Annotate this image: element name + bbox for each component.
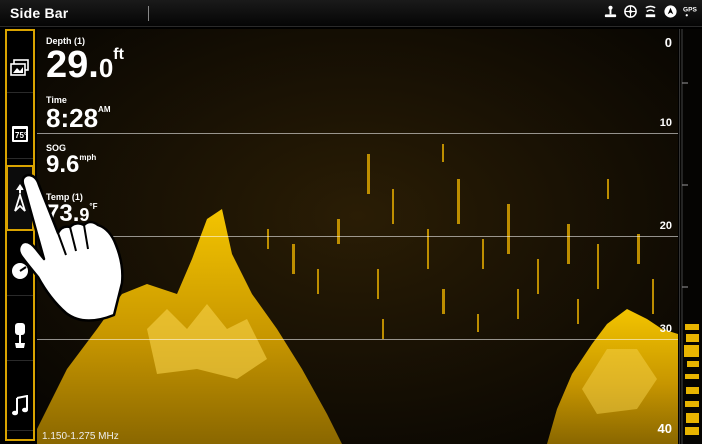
intensity-strip bbox=[679, 29, 702, 444]
pointing-hand-icon bbox=[17, 173, 124, 322]
sog-unit: mph bbox=[79, 153, 97, 162]
music-note-icon bbox=[12, 394, 28, 415]
depth-scale-30: 30 bbox=[659, 323, 672, 335]
sidebar-item-views[interactable] bbox=[7, 43, 33, 93]
navigation-icon bbox=[664, 5, 677, 18]
depth-unit: ft bbox=[113, 46, 124, 63]
sonar-view[interactable]: 0 10 20 30 40 Depth (1) 29.0ft Time 8:28… bbox=[37, 29, 678, 444]
temperature-icon: 75° bbox=[12, 125, 28, 142]
views-icon bbox=[10, 58, 29, 76]
depth-line-30 bbox=[37, 339, 678, 340]
depth-value: 29. bbox=[46, 44, 99, 86]
depth-line-10 bbox=[37, 133, 678, 134]
temperature-text: 75° bbox=[15, 131, 27, 140]
depth-readout: Depth (1) 29.0ft bbox=[46, 36, 124, 84]
gps-icon: GPS bbox=[683, 7, 697, 17]
depth-scale-0: 0 bbox=[664, 35, 672, 50]
page-title: Side Bar bbox=[10, 5, 69, 21]
sidebar-item-music[interactable] bbox=[7, 381, 33, 431]
depth-scale-40: 40 bbox=[657, 421, 672, 436]
trolling-motor-icon bbox=[15, 322, 25, 348]
helm-wheel-icon bbox=[624, 5, 637, 18]
svg-text:GPS: GPS bbox=[683, 7, 697, 14]
status-icons: GPS bbox=[603, 4, 698, 19]
top-bar: Side Bar GPS bbox=[0, 0, 702, 27]
transducer-icon bbox=[604, 5, 617, 18]
time-unit: AM bbox=[98, 105, 111, 114]
depth-value-decimal: 0 bbox=[98, 53, 114, 83]
sonar-screen: Side Bar GPS 75° 0 10 20 30 40 Depth (1)… bbox=[0, 0, 702, 444]
depth-line-20 bbox=[37, 236, 678, 237]
time-readout: Time 8:28AM bbox=[46, 95, 111, 132]
time-value: 8:28 bbox=[46, 103, 99, 133]
depth-scale-10: 10 bbox=[659, 117, 672, 129]
topbar-divider bbox=[148, 6, 149, 21]
frequency-label: 1.150-1.275 MHz bbox=[42, 431, 119, 442]
sidebar-item-temp[interactable]: 75° bbox=[7, 109, 33, 159]
intensity-column bbox=[681, 29, 699, 444]
depth-scale-20: 20 bbox=[659, 220, 672, 232]
sonar-icon bbox=[645, 5, 656, 18]
